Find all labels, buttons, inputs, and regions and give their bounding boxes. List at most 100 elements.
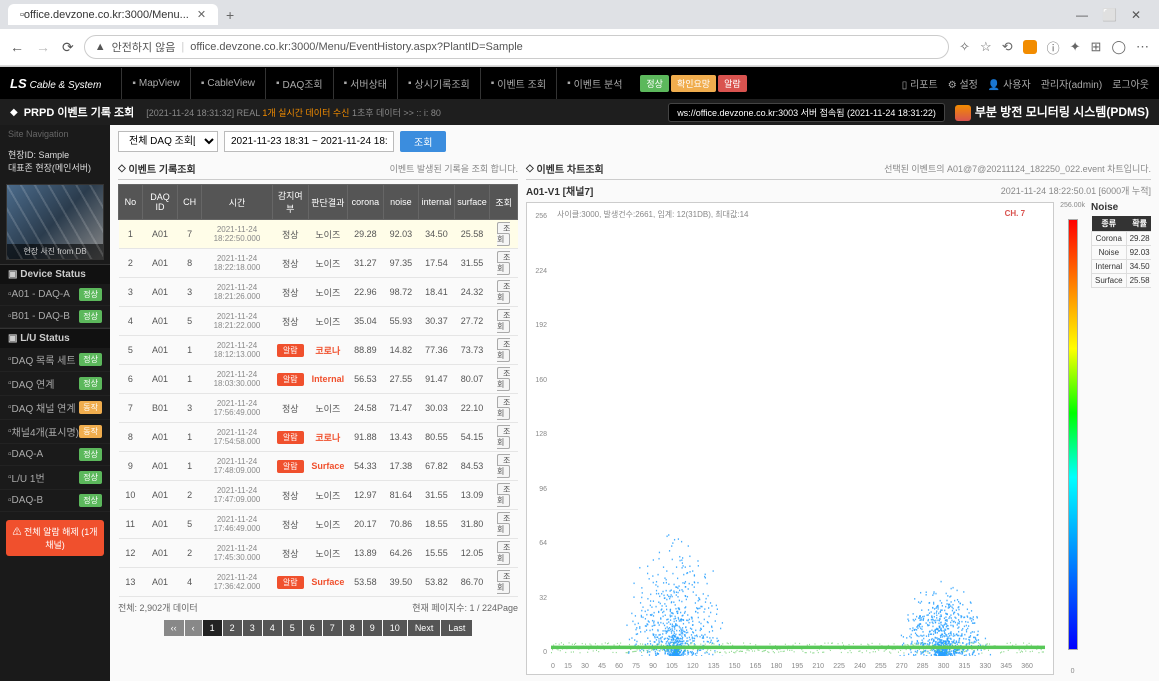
table-row[interactable]: 9A0112021-11-24 17:48:09.000알람Surface54.… bbox=[119, 452, 518, 481]
view-button[interactable]: 조회 bbox=[497, 512, 510, 536]
sidebar-item[interactable]: ▫ DAQ 연계정상 bbox=[0, 372, 110, 396]
y-axis-ticks: 2562241921601289664320 bbox=[531, 213, 547, 656]
menu-icon: ▪ bbox=[132, 78, 136, 89]
table-row[interactable]: 5A0112021-11-24 18:12:13.000알람코로나88.8914… bbox=[119, 336, 518, 365]
page-button[interactable]: 6 bbox=[303, 620, 322, 636]
favorite-icon[interactable]: ☆ bbox=[980, 39, 992, 55]
view-button[interactable]: 조회 bbox=[497, 541, 510, 565]
menu-item[interactable]: ▪ 상시기록조회 bbox=[397, 68, 480, 99]
forward-icon[interactable]: → bbox=[36, 39, 50, 56]
status-badge: 정상 bbox=[79, 288, 102, 301]
page-button[interactable]: 2 bbox=[223, 620, 242, 636]
window-close-icon[interactable]: ✕ bbox=[1131, 8, 1141, 22]
page-button[interactable]: Next bbox=[408, 620, 441, 636]
page-button[interactable]: 8 bbox=[343, 620, 362, 636]
view-button[interactable]: 조회 bbox=[497, 367, 510, 391]
view-button[interactable]: 조회 bbox=[497, 425, 510, 449]
menu-item[interactable]: ▪ MapView bbox=[121, 68, 190, 99]
extension-icon[interactable] bbox=[1023, 40, 1037, 54]
view-button[interactable]: 조회 bbox=[497, 251, 510, 275]
page-button[interactable]: 1 bbox=[203, 620, 222, 636]
menu-item[interactable]: ▪ 이벤트 분석 bbox=[556, 68, 632, 99]
window-maximize-icon[interactable]: ⬜ bbox=[1102, 8, 1117, 22]
user-link[interactable]: 👤 사용자 bbox=[988, 76, 1031, 91]
view-button[interactable]: 조회 bbox=[497, 309, 510, 333]
sidebar-item[interactable]: ▫ DAQ 채널 연계동작 bbox=[0, 396, 110, 420]
table-row[interactable]: 2A0182021-11-24 18:22:18.000정상노이즈31.2797… bbox=[119, 249, 518, 278]
profile-icon[interactable]: ◯ bbox=[1111, 39, 1126, 55]
page-button[interactable]: 4 bbox=[263, 620, 282, 636]
table-row[interactable]: 11A0152021-11-24 17:46:49.000정상노이즈20.177… bbox=[119, 510, 518, 539]
table-row[interactable]: 1A0172021-11-24 18:22:50.000정상노이즈29.2892… bbox=[119, 220, 518, 249]
table-row[interactable]: 4A0152021-11-24 18:21:22.000정상노이즈35.0455… bbox=[119, 307, 518, 336]
page-button[interactable]: 5 bbox=[283, 620, 302, 636]
sidebar-item[interactable]: ▫ DAQ-B정상 bbox=[0, 490, 110, 512]
reload-icon[interactable]: ⟳ bbox=[62, 39, 74, 56]
view-button[interactable]: 조회 bbox=[497, 338, 510, 362]
col-header: internal bbox=[419, 185, 455, 220]
sidebar-item[interactable]: ▫ 채널4개(표시명)동작 bbox=[0, 420, 110, 444]
clear-alarm-button[interactable]: ⚠ 전체 알람 해제 (1개 채널) bbox=[6, 520, 104, 556]
page-button[interactable]: 9 bbox=[363, 620, 382, 636]
table-row[interactable]: 12A0122021-11-24 17:45:30.000정상노이즈13.896… bbox=[119, 539, 518, 568]
page-button[interactable]: 3 bbox=[243, 620, 262, 636]
sidebar-item[interactable]: ▫ DAQ 목록 세트정상 bbox=[0, 348, 110, 372]
report-link[interactable]: ▯ 리포트 bbox=[902, 76, 938, 91]
col-header: noise bbox=[383, 185, 419, 220]
sync-icon[interactable]: ⟲ bbox=[1002, 39, 1013, 55]
read-icon[interactable]: ✧ bbox=[959, 39, 970, 55]
window-minimize-icon[interactable]: — bbox=[1076, 8, 1088, 22]
security-label: 안전하지 않음 bbox=[112, 39, 176, 55]
page-meta: [2021-11-24 18:31:32] REAL 1개 실시간 데이터 수신… bbox=[146, 106, 441, 119]
star2-icon[interactable]: ✦ bbox=[1070, 39, 1081, 55]
page-button[interactable]: ‹ bbox=[185, 620, 202, 636]
menu-icon: ▪ bbox=[344, 78, 348, 89]
page-button[interactable]: 10 bbox=[383, 620, 407, 636]
menu-icon[interactable]: ⋯ bbox=[1136, 39, 1149, 55]
view-button[interactable]: 조회 bbox=[497, 454, 510, 478]
view-button[interactable]: 조회 bbox=[497, 222, 510, 246]
view-button[interactable]: 조회 bbox=[497, 396, 510, 420]
menu-icon: ▪ bbox=[276, 78, 280, 89]
table-row[interactable]: 8A0112021-11-24 17:54:58.000알람코로나91.8813… bbox=[119, 423, 518, 452]
tab-close-icon[interactable]: ✕ bbox=[197, 8, 206, 21]
menu-item[interactable]: ▪ 이벤트 조회 bbox=[480, 68, 556, 99]
page-button[interactable]: ‹‹ bbox=[164, 620, 184, 636]
menu-item[interactable]: ▪ CableView bbox=[190, 68, 265, 99]
new-tab-button[interactable]: + bbox=[226, 7, 234, 23]
chart-info: 사이클:3000, 발생건수:2661, 임계: 12(31DB), 최대값:1… bbox=[557, 209, 749, 220]
table-row[interactable]: 6A0112021-11-24 18:03:30.000알람Internal56… bbox=[119, 365, 518, 394]
menu-item[interactable]: ▪ 서버상태 bbox=[333, 68, 397, 99]
browser-tab[interactable]: ▫ office.devzone.co.kr:3000/Menu... ✕ bbox=[8, 4, 218, 25]
settings-link[interactable]: ⚙ 설정 bbox=[948, 76, 978, 91]
view-button[interactable]: 조회 bbox=[497, 280, 510, 304]
logout-link[interactable]: 로그아웃 bbox=[1112, 76, 1149, 91]
event-table: NoDAQ IDCH시간감지여부판단결과coronanoiseinternals… bbox=[118, 184, 518, 597]
back-icon[interactable]: ← bbox=[10, 39, 24, 56]
chart-box[interactable]: 사이클:3000, 발생건수:2661, 임계: 12(31DB), 최대값:1… bbox=[526, 202, 1054, 675]
pdms-icon bbox=[955, 105, 971, 121]
table-row[interactable]: 3A0132021-11-24 18:21:26.000정상노이즈22.9698… bbox=[119, 278, 518, 307]
page-button[interactable]: 7 bbox=[323, 620, 342, 636]
sidebar-item[interactable]: ▫ B01 - DAQ-B정상 bbox=[0, 306, 110, 328]
daterange-input[interactable] bbox=[224, 131, 394, 152]
view-button[interactable]: 조회 bbox=[497, 570, 510, 594]
info-icon[interactable]: ⓘ bbox=[1047, 38, 1060, 57]
collections-icon[interactable]: ⊞ bbox=[1091, 39, 1102, 55]
page-button[interactable]: Last bbox=[441, 620, 472, 636]
table-row[interactable]: 7B0132021-11-24 17:56:49.000정상노이즈24.5871… bbox=[119, 394, 518, 423]
menu-item[interactable]: ▪ DAQ조회 bbox=[265, 68, 333, 99]
search-button[interactable]: 조회 bbox=[400, 131, 446, 152]
sidebar-item[interactable]: ▫ L/U 1번정상 bbox=[0, 466, 110, 490]
url-field[interactable]: ▲ 안전하지 않음 | office.devzone.co.kr:3000/Me… bbox=[84, 35, 949, 59]
view-button[interactable]: 조회 bbox=[497, 483, 510, 507]
daq-select[interactable]: 전체 DAQ 조회[2개] bbox=[118, 131, 218, 152]
main-menu: ▪ MapView▪ CableView▪ DAQ조회▪ 서버상태▪ 상시기록조… bbox=[121, 68, 632, 99]
sidebar-item[interactable]: ▫ DAQ-A정상 bbox=[0, 444, 110, 466]
table-row[interactable]: 13A0142021-11-24 17:36:42.000알람Surface53… bbox=[119, 568, 518, 597]
sidebar-item[interactable]: ▫ A01 - DAQ-A정상 bbox=[0, 284, 110, 306]
sidebar-item-label: DAQ-B bbox=[12, 495, 80, 506]
sidebar-item-label: A01 - DAQ-A bbox=[12, 289, 80, 300]
table-row[interactable]: 10A0122021-11-24 17:47:09.000정상노이즈12.978… bbox=[119, 481, 518, 510]
tab-title: office.devzone.co.kr:3000/Menu... bbox=[24, 9, 189, 21]
